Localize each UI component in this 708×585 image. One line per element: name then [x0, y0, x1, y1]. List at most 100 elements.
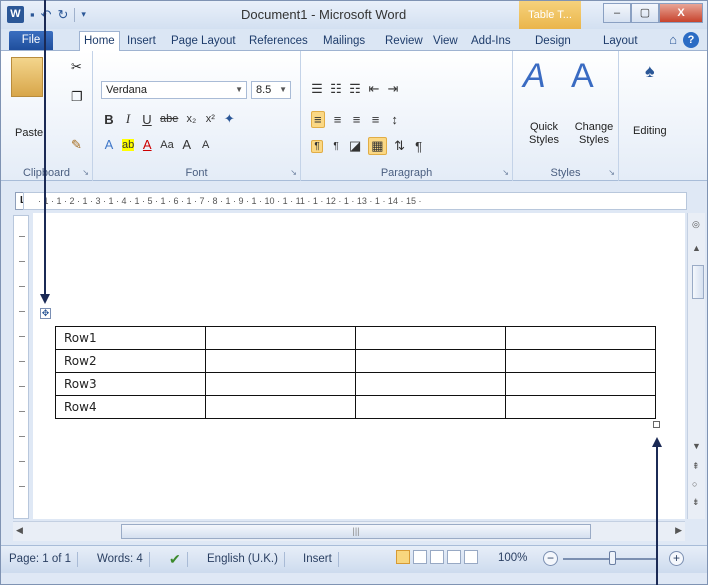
vertical-ruler[interactable] [13, 215, 29, 519]
ltr-icon[interactable]: ¶ [311, 139, 323, 153]
strikethrough-icon[interactable]: abe [160, 113, 178, 125]
table-cell[interactable] [205, 372, 356, 396]
show-marks-icon[interactable]: ¶ [413, 139, 425, 154]
outline-icon[interactable] [447, 550, 461, 564]
underline-icon[interactable]: U [141, 112, 153, 127]
align-left-icon[interactable]: ≡ [311, 111, 325, 128]
increase-indent-icon[interactable]: ⇥ [387, 81, 399, 97]
word-logo-icon[interactable]: W [7, 6, 24, 23]
line-spacing-icon[interactable]: ↕ [389, 112, 401, 127]
next-page-icon[interactable]: ⇟ [692, 497, 700, 508]
change-styles-button[interactable]: Change Styles [569, 121, 619, 147]
quick-styles-button[interactable]: Quick Styles [519, 121, 569, 147]
table-cell[interactable]: Row3 [55, 372, 206, 396]
zoom-slider-thumb[interactable] [609, 551, 616, 565]
document-table[interactable]: Row1 Row2 Row3 Row4 [55, 326, 656, 419]
minimize-ribbon-icon[interactable]: ⌂ [669, 32, 677, 48]
multilevel-list-icon[interactable]: ☶ [349, 81, 361, 97]
tab-layout[interactable]: Layout [599, 32, 642, 51]
shrink-font-icon[interactable]: A [200, 139, 212, 151]
font-launcher-icon[interactable]: ↘ [290, 168, 297, 177]
full-screen-reading-icon[interactable] [413, 550, 427, 564]
change-styles-icon[interactable]: A [571, 57, 594, 96]
bullets-icon[interactable]: ☰ [311, 81, 323, 97]
justify-icon[interactable]: ≡ [370, 112, 382, 127]
numbering-icon[interactable]: ☷ [330, 81, 342, 97]
tab-home[interactable]: Home [79, 31, 120, 52]
table-cell[interactable] [205, 326, 356, 350]
horizontal-scrollbar[interactable]: ◀ ||| ▶ [13, 521, 685, 541]
format-painter-icon[interactable]: ✎ [71, 137, 82, 153]
zoom-out-icon[interactable]: − [543, 551, 558, 566]
table-cell[interactable] [505, 395, 656, 419]
tab-review[interactable]: Review [381, 32, 427, 51]
language-indicator[interactable]: English (U.K.) [207, 552, 285, 567]
page-count[interactable]: Page: 1 of 1 [9, 552, 79, 567]
clipboard-launcher-icon[interactable]: ↘ [82, 168, 89, 177]
paste-button[interactable]: Paste [15, 127, 43, 139]
editing-button[interactable]: Editing [633, 125, 667, 137]
table-cell[interactable]: Row4 [55, 395, 206, 419]
table-cell[interactable] [205, 349, 356, 373]
rtl-icon[interactable]: ¶ [330, 141, 342, 152]
tab-design[interactable]: Design [531, 32, 575, 51]
horizontal-ruler[interactable]: · 1 · 1 · 2 · 1 · 3 · 1 · 4 · 1 · 5 · 1 … [23, 192, 687, 210]
grow-font-icon[interactable]: A [181, 137, 193, 152]
save-icon[interactable]: ▪ [30, 6, 35, 23]
table-move-icon[interactable]: ✥ [40, 308, 51, 319]
tab-insert[interactable]: Insert [123, 32, 160, 51]
paragraph-launcher-icon[interactable]: ↘ [502, 168, 509, 177]
browse-object-icon[interactable]: ○ [692, 479, 697, 489]
draft-icon[interactable] [464, 550, 478, 564]
highlight-icon[interactable]: ab [122, 138, 135, 151]
word-count[interactable]: Words: 4 [97, 552, 150, 567]
tab-file[interactable]: File [9, 31, 53, 50]
table-cell[interactable]: Row2 [55, 349, 206, 373]
table-cell[interactable] [355, 372, 506, 396]
minimize-button[interactable]: – [603, 3, 631, 23]
align-right-icon[interactable]: ≡ [351, 112, 363, 127]
scroll-left-icon[interactable]: ◀ [16, 525, 23, 536]
subscript-icon[interactable]: x₂ [185, 113, 197, 125]
text-effects-icon[interactable]: A [103, 137, 115, 152]
redo-icon[interactable]: ↻ [58, 6, 69, 23]
borders-icon[interactable]: ▦ [368, 137, 387, 155]
table-cell[interactable]: Row1 [55, 326, 206, 350]
table-cell[interactable] [355, 349, 506, 373]
horizontal-scroll-thumb[interactable]: ||| [121, 524, 591, 539]
scroll-down-icon[interactable]: ▼ [692, 441, 701, 451]
cut-icon[interactable]: ✂ [71, 59, 82, 75]
help-icon[interactable]: ? [683, 32, 699, 48]
customize-qat-icon[interactable]: ▾ [81, 6, 86, 23]
zoom-in-icon[interactable]: + [669, 551, 684, 566]
tab-view[interactable]: View [429, 32, 462, 51]
table-resize-icon[interactable] [653, 421, 660, 428]
tab-add-ins[interactable]: Add-Ins [467, 32, 515, 51]
tab-page-layout[interactable]: Page Layout [167, 32, 240, 51]
tab-references[interactable]: References [245, 32, 312, 51]
font-color-icon[interactable]: A [141, 137, 153, 152]
styles-launcher-icon[interactable]: ↘ [608, 168, 615, 177]
insert-mode-indicator[interactable]: Insert [303, 552, 339, 567]
vertical-scrollbar[interactable]: ◎ ▲ ▼ ⇞ ○ ⇟ [687, 213, 705, 519]
scroll-right-icon[interactable]: ▶ [675, 525, 682, 536]
superscript-icon[interactable]: x² [204, 113, 216, 125]
copy-icon[interactable]: ❐ [71, 89, 83, 105]
font-name-combo[interactable]: Verdana ▼ [101, 81, 247, 99]
close-button[interactable]: X [659, 3, 703, 23]
align-center-icon[interactable]: ≡ [332, 112, 344, 127]
italic-icon[interactable]: I [122, 111, 134, 127]
table-cell[interactable] [205, 395, 356, 419]
binoculars-icon[interactable]: ♠ [645, 61, 655, 82]
table-cell[interactable] [355, 326, 506, 350]
table-cell[interactable] [505, 326, 656, 350]
sort-icon[interactable]: ⇅ [394, 138, 406, 154]
previous-page-icon[interactable]: ⇞ [692, 461, 700, 472]
table-cell[interactable] [505, 349, 656, 373]
maximize-button[interactable]: ▢ [631, 3, 659, 23]
print-layout-icon[interactable] [396, 550, 410, 564]
zoom-level[interactable]: 100% [498, 552, 527, 564]
spelling-check-icon[interactable]: ✔ [169, 552, 188, 567]
vertical-scroll-thumb[interactable] [692, 265, 704, 299]
tab-mailings[interactable]: Mailings [319, 32, 369, 51]
